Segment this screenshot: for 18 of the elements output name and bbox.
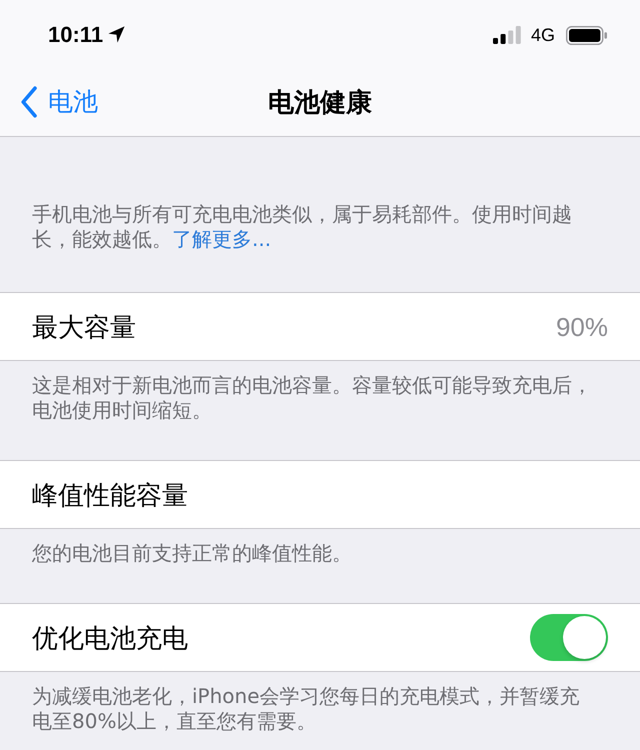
footer-note: 您的电池目前支持正常的峰值性能。: [31, 540, 353, 566]
learn-more-link[interactable]: 了解更多...: [172, 227, 272, 251]
chevron-left-icon: [20, 86, 38, 118]
footer-note: 手机电池与所有可充电电池类似，属于易耗部件。使用时间越长，能效越低。了解更多...: [31, 201, 573, 252]
footer-note: 为减缓电池老化，iPhone会学习您每日的充电模式，并暂缓充电至80%以上，直至您有需要。: [31, 683, 581, 734]
back-button[interactable]: 电池: [20, 86, 98, 118]
page-title: 电池健康: [268, 86, 372, 118]
setting-label: 最大容量: [32, 310, 136, 342]
setting-label: 峰值性能容量: [32, 478, 188, 510]
signal-icon: [492, 26, 521, 44]
location-arrow-icon: [108, 26, 126, 42]
toggle-switch[interactable]: [530, 614, 608, 661]
network-type-label: 4G: [530, 24, 555, 46]
setting-value: 90%: [556, 310, 608, 342]
status-time: 10:11: [48, 22, 104, 48]
setting-label: 优化电池充电: [32, 622, 188, 654]
battery-icon: [566, 26, 607, 44]
footer-note: 这是相对于新电池而言的电池容量。容量较低可能导致充电后，电池使用时间缩短。: [31, 372, 593, 423]
